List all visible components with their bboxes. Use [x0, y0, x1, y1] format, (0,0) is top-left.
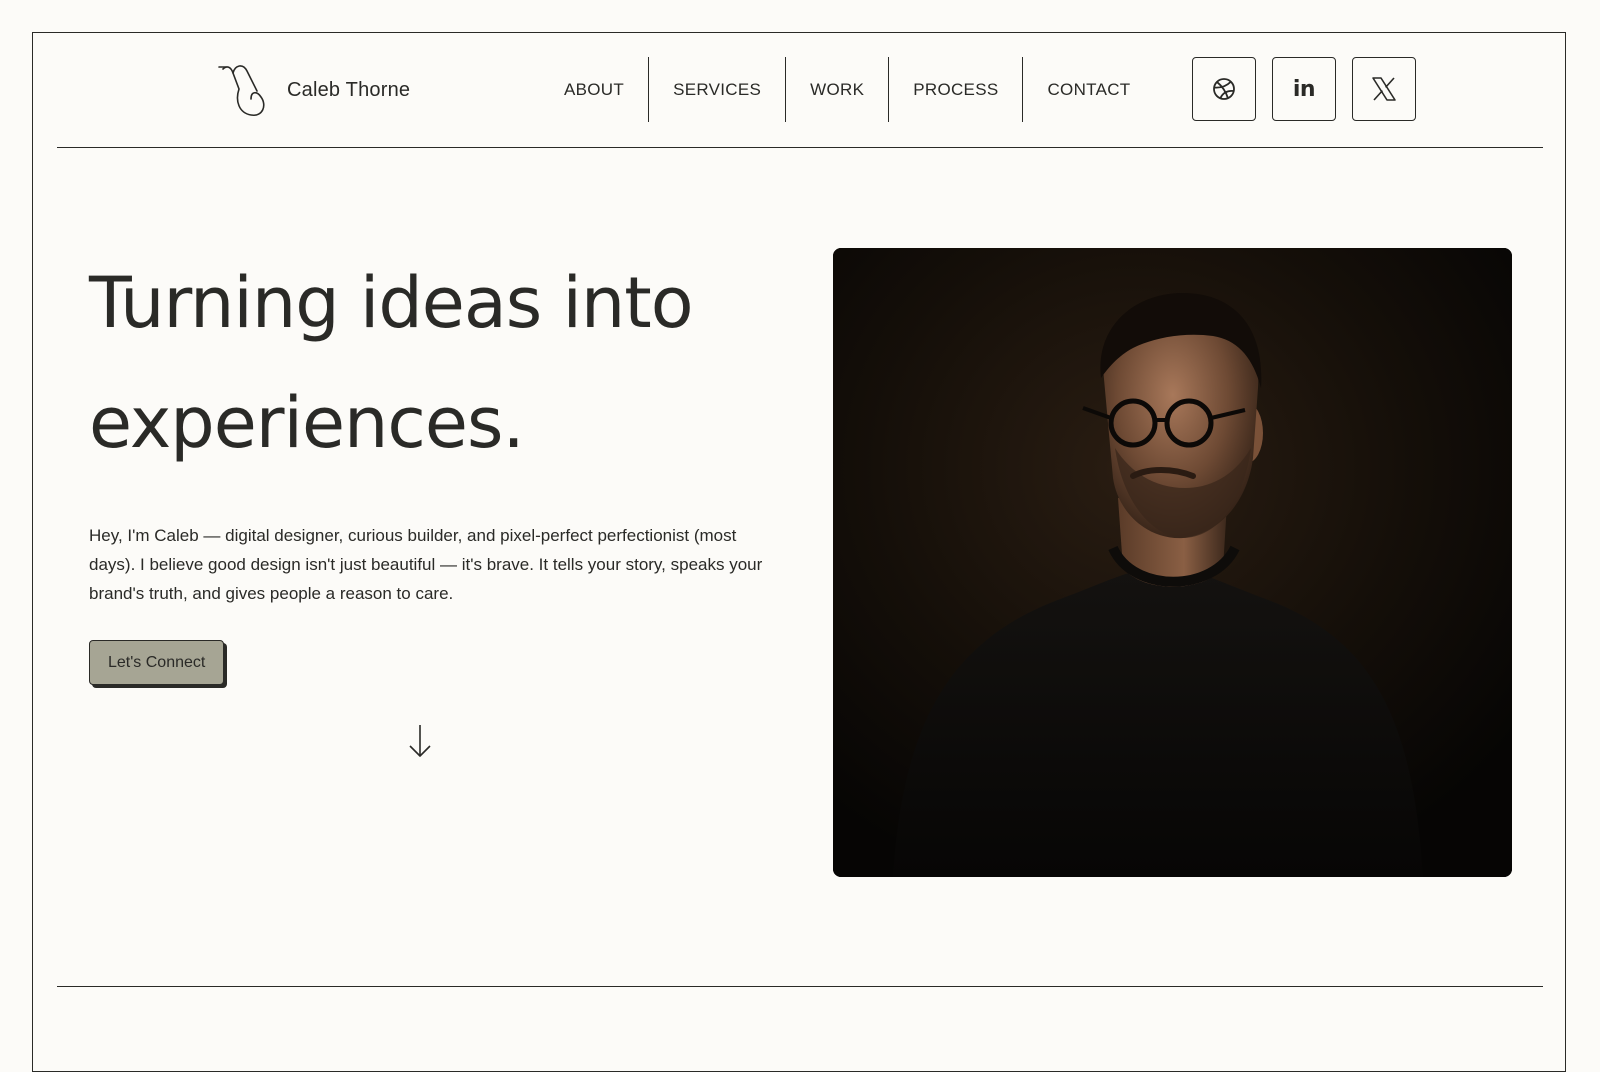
site-header: Caleb Thorne ABOUT SERVICES WORK PROCESS…: [57, 33, 1543, 148]
brand-name: Caleb Thorne: [287, 78, 411, 101]
portrait-photo: [833, 248, 1512, 877]
nav-item-services[interactable]: SERVICES: [649, 57, 787, 122]
main-nav: ABOUT SERVICES WORK PROCESS CONTACT: [540, 57, 1154, 122]
nav-item-work[interactable]: WORK: [786, 57, 890, 122]
hero-title-line1: Turning ideas into: [89, 262, 694, 344]
lets-connect-button[interactable]: Let's Connect: [89, 640, 225, 685]
arrow-down-icon[interactable]: [405, 723, 435, 759]
paperclip-swirl-icon: [218, 65, 265, 116]
section-divider: [57, 986, 1543, 987]
hero-title-line2: experiences.: [89, 382, 525, 464]
hero-title: Turning ideas into experiences.: [89, 243, 809, 483]
x-twitter-button[interactable]: [1352, 57, 1416, 121]
dribbble-button[interactable]: [1192, 57, 1256, 121]
nav-item-process[interactable]: PROCESS: [889, 57, 1024, 122]
portrait-illustration: [833, 248, 1512, 877]
page-frame: Caleb Thorne ABOUT SERVICES WORK PROCESS…: [32, 32, 1566, 1072]
nav-item-about[interactable]: ABOUT: [540, 57, 650, 122]
linkedin-button[interactable]: in: [1272, 57, 1336, 121]
brand[interactable]: Caleb Thorne: [217, 61, 410, 119]
x-twitter-icon: [1372, 77, 1396, 101]
dribbble-icon: [1213, 78, 1235, 100]
nav-item-contact[interactable]: CONTACT: [1023, 57, 1154, 122]
cta-wrap: Let's Connect: [89, 640, 225, 685]
social-links: in: [1192, 57, 1416, 121]
hero-intro: Hey, I'm Caleb — digital designer, curio…: [89, 526, 763, 603]
linkedin-icon: in: [1292, 76, 1316, 102]
